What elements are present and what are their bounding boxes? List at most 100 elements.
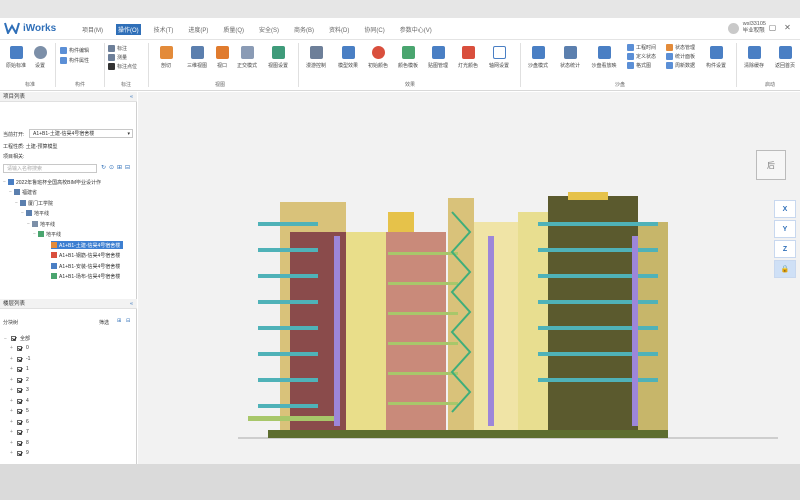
light-color-label: 灯光颜色	[457, 63, 478, 69]
minimize-button[interactable]: —	[753, 23, 762, 32]
menu-business[interactable]: 商务(B)	[292, 24, 316, 35]
floor-item[interactable]: + -1	[10, 356, 30, 362]
collapse-icon[interactable]: «	[130, 299, 133, 309]
axis-x-button[interactable]: X	[774, 200, 796, 218]
maximize-button[interactable]: ▢	[768, 23, 777, 32]
grid-settings-button[interactable]: 轴网设置	[485, 46, 513, 69]
tree-node-competition[interactable]: −2022年鲁班杯全国高校BIM毕业设计作	[3, 178, 101, 186]
legend-button[interactable]: 格式图	[627, 62, 651, 69]
checkbox[interactable]	[17, 387, 22, 393]
light-color-button[interactable]: 灯光颜色	[454, 46, 482, 69]
back-view-button[interactable]: 后	[756, 150, 786, 180]
status-stats-button[interactable]: 状态统计	[556, 46, 584, 69]
component-attr-button[interactable]: 构件属性	[60, 57, 89, 64]
tree-node-model-civil[interactable]: A1+B1-土建-信昊4号宿舍楼	[51, 241, 124, 249]
floor-item[interactable]: +3	[10, 387, 29, 393]
refresh-icon[interactable]: ↻	[100, 165, 107, 172]
view-settings-button[interactable]: 视图设置	[264, 46, 292, 69]
axis-z-button[interactable]: Z	[774, 240, 796, 258]
collapse-all-icon[interactable]: ⊟	[126, 318, 130, 324]
expand-icon[interactable]: ⊞	[116, 165, 123, 172]
floor-item[interactable]: +6	[10, 419, 29, 425]
collapse-icon[interactable]: «	[130, 92, 133, 102]
status-stats-label: 状态统计	[559, 63, 580, 69]
stats-panel-button[interactable]: 统计面板	[666, 53, 695, 60]
back-home-button[interactable]: 返回首页	[771, 46, 799, 69]
avatar[interactable]	[727, 22, 739, 34]
three-view-button[interactable]: 三维视图	[183, 46, 211, 69]
component-settings-button[interactable]: 构件设置	[702, 46, 730, 69]
mark-button[interactable]: 标注	[108, 45, 127, 52]
tree-node-model-site[interactable]: A1+B1-场布-信昊4号宿舍楼	[51, 272, 120, 280]
tree-node-province[interactable]: − 福建省	[9, 188, 37, 196]
collapse-all-icon[interactable]: ⊟	[124, 165, 131, 172]
tree-node-horizon-3[interactable]: − 地平线	[33, 230, 61, 238]
tree-node-model-rebar[interactable]: A1+B1-钢筋-信昊4号宿舍楼	[51, 251, 120, 259]
menu-parameter-center[interactable]: 参数中心(V)	[398, 24, 434, 35]
clear-cache-button[interactable]: 清除缓存	[740, 46, 768, 69]
menu-safety[interactable]: 安全(S)	[257, 24, 281, 35]
tree-node-school[interactable]: − 厦门工学院	[15, 199, 53, 207]
checkbox[interactable]	[17, 398, 22, 404]
axis-y-button[interactable]: Y	[774, 220, 796, 238]
status-manage-button[interactable]: 状态管理	[666, 44, 695, 51]
locate-icon[interactable]: ⊙	[108, 165, 115, 172]
menu-quality[interactable]: 质量(Q)	[221, 24, 246, 35]
current-project-select[interactable]: A1+B1-土建-信昊4号宿舍楼 ▾	[29, 129, 133, 138]
checkbox[interactable]	[17, 450, 22, 456]
texture-manage-button[interactable]: 贴图管理	[424, 46, 452, 69]
section-cut-button[interactable]: 剖切	[152, 46, 180, 69]
checkbox[interactable]	[17, 440, 22, 446]
floor-item[interactable]: +2	[10, 377, 29, 383]
sandbox-marks-button[interactable]: 沙盘看放映	[590, 46, 618, 69]
checkbox[interactable]	[17, 345, 22, 351]
floor-item-all[interactable]: − 全部	[4, 335, 30, 343]
checkbox[interactable]	[17, 366, 22, 372]
checkbox[interactable]	[17, 377, 22, 383]
close-button[interactable]: ✕	[783, 23, 792, 32]
roam-control-button[interactable]: 漫游控制	[302, 46, 330, 69]
expand-icon[interactable]: ⊞	[117, 318, 121, 324]
color-template-button[interactable]: 颜色模板	[394, 46, 422, 69]
initial-color-button[interactable]: 初始颜色	[364, 46, 392, 69]
measure-button[interactable]: 测量	[108, 54, 127, 61]
count-data-button[interactable]: 周新数据	[666, 62, 695, 69]
settings-button[interactable]: 设置	[26, 46, 54, 69]
project-search-input[interactable]: 请输入名称搜索	[3, 164, 97, 173]
floor-item[interactable]: +4	[10, 398, 29, 404]
ortho-mode-button[interactable]: 正交模式	[233, 46, 261, 69]
filter-button[interactable]: 筛选	[99, 319, 109, 326]
building-model[interactable]	[238, 192, 778, 462]
checkbox[interactable]	[17, 408, 22, 414]
menu-documents[interactable]: 资料(D)	[327, 24, 351, 35]
mark-points-button[interactable]: 标注点位	[108, 63, 137, 70]
floor-item[interactable]: +0	[10, 345, 29, 351]
checkbox[interactable]	[17, 356, 22, 362]
model-viewport[interactable]: 后 X Y Z 🔒	[138, 92, 800, 464]
model-effect-button[interactable]: 模型效果	[334, 46, 362, 69]
floor-item[interactable]: +5	[10, 408, 29, 414]
component-edit-button[interactable]: 构件编辑	[60, 47, 89, 54]
floor-item[interactable]: +9	[10, 450, 29, 456]
checkbox[interactable]	[17, 429, 22, 435]
menu-technology[interactable]: 技术(T)	[152, 24, 176, 35]
floor-item[interactable]: +7	[10, 429, 29, 435]
menu-project[interactable]: 项目(M)	[80, 24, 105, 35]
floor-item[interactable]: +1	[10, 366, 29, 372]
tree-node-horizon-1[interactable]: − 地平线	[21, 209, 49, 217]
viewport-button[interactable]: 视口	[208, 46, 236, 69]
sandbox-mode-button[interactable]: 沙盘模式	[524, 46, 552, 69]
project-time-button[interactable]: 工程时间	[627, 44, 656, 51]
define-status-button[interactable]: 定义状态	[627, 53, 656, 60]
tree-node-horizon-2[interactable]: − 地平线	[27, 220, 55, 228]
checkbox[interactable]	[11, 336, 16, 341]
menu-operation[interactable]: 操作(O)	[116, 24, 141, 35]
menu-collaboration[interactable]: 协同(C)	[362, 24, 386, 35]
back-home-label: 返回首页	[774, 63, 795, 69]
floor-item[interactable]: +8	[10, 440, 29, 446]
menu-progress[interactable]: 进度(P)	[186, 24, 210, 35]
group-component: 构件	[74, 82, 85, 88]
checkbox[interactable]	[17, 419, 22, 425]
tree-node-model-install[interactable]: A1+B1-安装-信昊4号宿舍楼	[51, 262, 120, 270]
lock-icon[interactable]: 🔒	[774, 260, 796, 278]
